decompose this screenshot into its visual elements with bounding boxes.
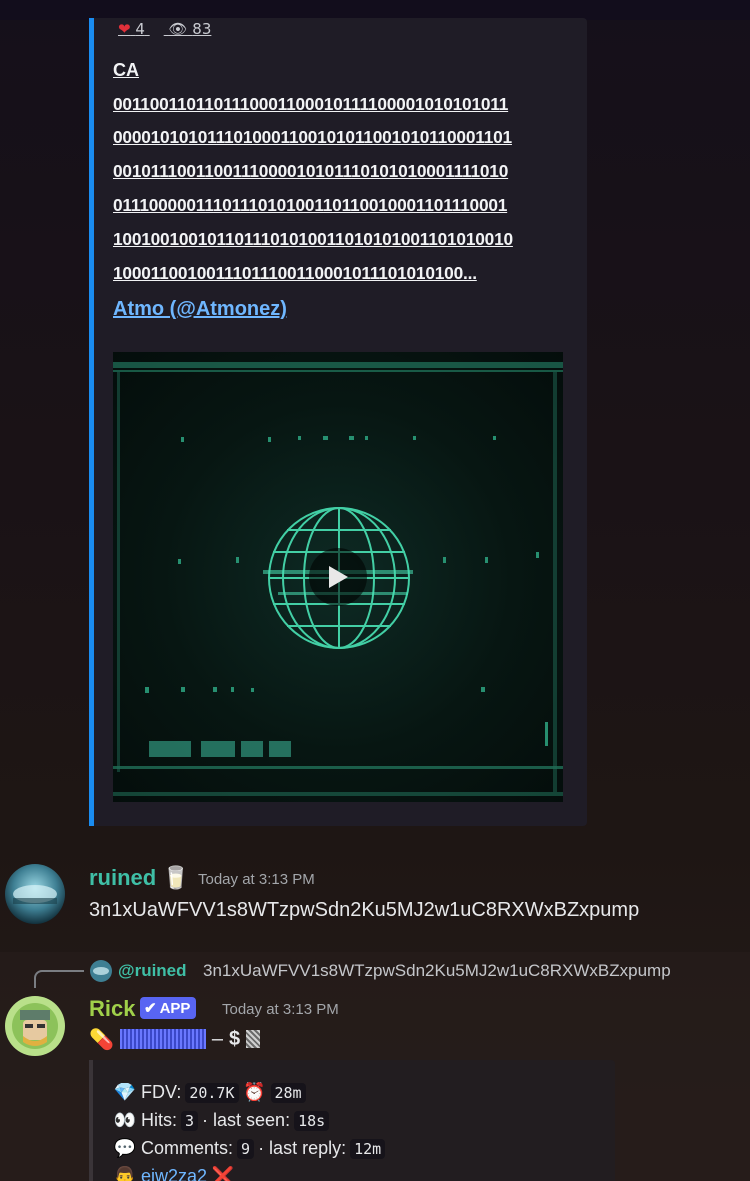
check-icon: ✔	[144, 1000, 157, 1017]
reply-connector	[34, 970, 84, 988]
fdv-value: 20.7K	[185, 1082, 239, 1103]
dev-handle-link[interactable]: ejw2za2	[141, 1166, 207, 1181]
fdv-label: FDV:	[141, 1082, 182, 1102]
heart-icon: ❤	[118, 20, 131, 38]
ca-label: CA	[113, 60, 139, 80]
alarm-clock-icon: ⏰	[243, 1082, 266, 1102]
reply-username[interactable]: @ruined	[118, 961, 187, 981]
avatar[interactable]	[5, 996, 65, 1056]
username[interactable]: ruined 🥛	[89, 865, 190, 891]
eyes-icon: 👀	[113, 1110, 137, 1130]
token-line: 💊 – $	[89, 1024, 261, 1054]
play-icon	[329, 566, 348, 588]
message-rick: @ruined 3n1xUaWFVV1s8WTzpwSdn2Ku5MJ2w1uC…	[0, 952, 750, 1181]
comments-row: 💬 Comments: 9 · last reply: 12m	[113, 1138, 386, 1159]
embed-stats: ❤ 4 👁 83	[118, 20, 211, 38]
milk-emoji: 🥛	[162, 865, 190, 890]
play-button[interactable]	[309, 548, 367, 606]
badge-label: APP	[159, 999, 191, 1017]
no-entry-icon: ❌	[211, 1166, 235, 1181]
fdv-row: 💎 FDV: 20.7K ⏰ 28m	[113, 1082, 306, 1103]
token-name-blocks[interactable]	[119, 1029, 206, 1049]
avatar[interactable]	[5, 864, 65, 924]
username-text[interactable]: ruined	[89, 865, 156, 890]
views-count: 83	[192, 20, 212, 38]
hits-label: Hits:	[141, 1110, 177, 1130]
ca-line: 0000101010111010001100101011001010110001…	[113, 127, 512, 147]
dollar-sign: $	[229, 1027, 241, 1050]
message-content: 3n1xUaWFVV1s8WTzpwSdn2Ku5MJ2w1uC8RXWxBZx…	[89, 899, 640, 921]
last-reply-value: 12m	[350, 1138, 386, 1159]
top-bar	[0, 0, 750, 20]
dash: –	[211, 1027, 224, 1050]
last-reply-label: · last reply:	[258, 1138, 347, 1158]
ca-line: 0011001101101110001100010111100001010101…	[113, 94, 509, 114]
link-embed-card: ❤ 4 👁 83 CA 0011001101101110001100010111…	[89, 18, 587, 826]
timestamp: Today at 3:13 PM	[222, 1001, 339, 1018]
username[interactable]: Rick	[89, 996, 135, 1022]
video-thumbnail[interactable]	[113, 352, 563, 802]
age-value: 28m	[270, 1082, 306, 1103]
embed-author-link[interactable]: Atmo (@Atmonez)	[113, 298, 287, 321]
dev-row: 👨 ejw2za2 ❌	[113, 1166, 235, 1181]
hits-value: 3	[181, 1110, 199, 1131]
message-ruined: ruined 🥛 Today at 3:13 PM 3n1xUaWFVV1s8W…	[0, 845, 750, 945]
hits-row: 👀 Hits: 3 · last seen: 18s	[113, 1110, 330, 1131]
diamond-icon: 💎	[113, 1082, 137, 1102]
ticker-shade	[246, 1030, 261, 1048]
timestamp: Today at 3:13 PM	[198, 871, 315, 888]
last-seen-value: 18s	[294, 1110, 330, 1131]
ca-line: 1000110010011101110011000101110101010​0.…	[113, 263, 477, 283]
comments-label: Comments:	[141, 1138, 234, 1158]
ca-line: 0111000001110111010100110110010001101110…	[113, 195, 508, 215]
eye-icon: 👁	[168, 20, 188, 38]
person-icon: 👨	[113, 1166, 137, 1181]
stats-embed: 💎 FDV: 20.7K ⏰ 28m 👀 Hits: 3 · last seen…	[89, 1060, 615, 1181]
comments-value: 9	[237, 1138, 255, 1159]
embed-description[interactable]: CA 0011001101101110001100010111100001010…	[113, 58, 573, 290]
ca-line: 0010111001100111000010101110101010001111…	[113, 161, 509, 181]
pill-icon: 💊	[89, 1028, 114, 1051]
reply-avatar[interactable]	[90, 960, 112, 982]
reply-preview[interactable]: 3n1xUaWFVV1s8WTzpwSdn2Ku5MJ2w1uC8RXWxBZx…	[203, 961, 671, 981]
app-badge: ✔ APP	[140, 997, 197, 1019]
last-seen-label: · last seen:	[202, 1110, 291, 1130]
speech-bubble-icon: 💬	[113, 1138, 137, 1158]
likes-count: 4	[135, 20, 145, 38]
ca-line: 1001001001011011101010011010101001101010…	[113, 229, 513, 249]
